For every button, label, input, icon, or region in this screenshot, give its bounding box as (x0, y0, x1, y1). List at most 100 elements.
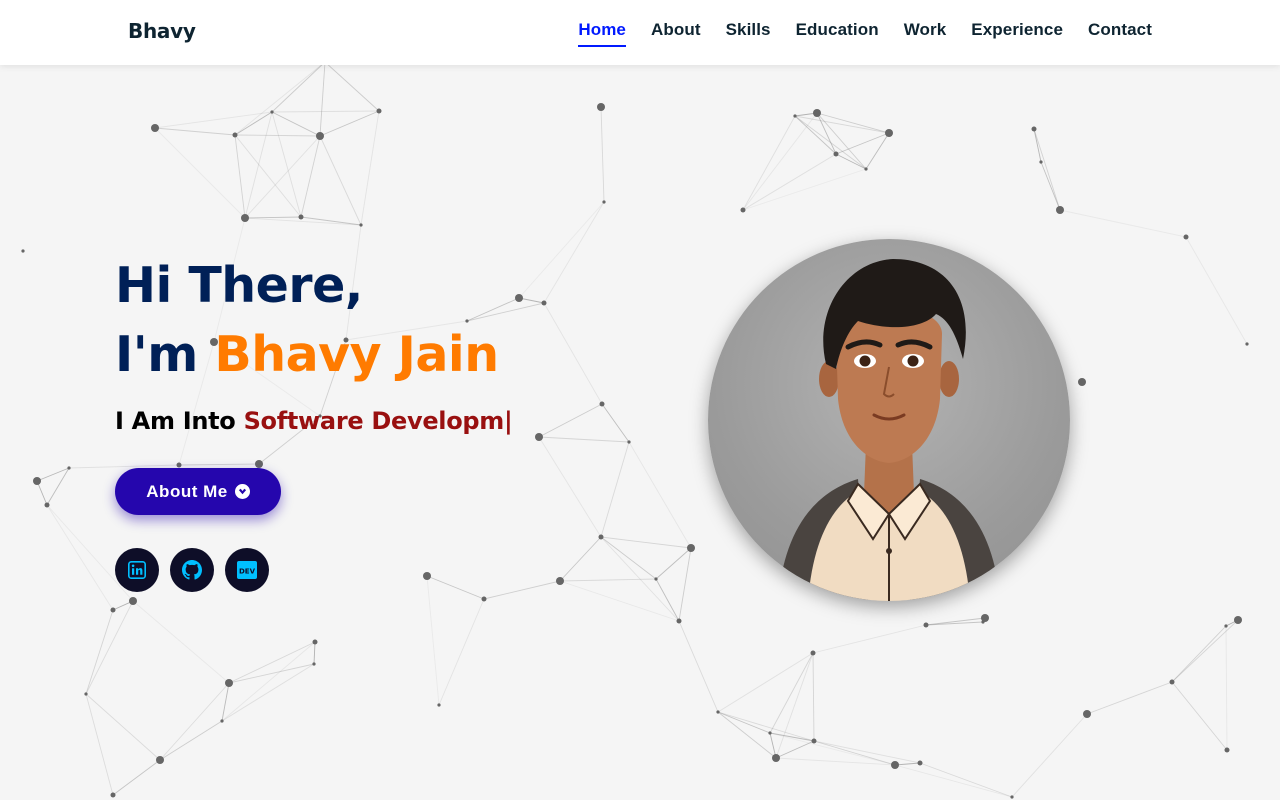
network-node (535, 433, 543, 441)
network-node (598, 534, 604, 540)
network-node (359, 223, 363, 227)
network-node (981, 614, 989, 622)
network-node (298, 214, 304, 220)
network-link (816, 112, 837, 155)
network-node (556, 577, 564, 585)
network-link (234, 61, 326, 136)
network-link (36, 467, 70, 482)
network-link (600, 536, 657, 580)
network-node (225, 679, 233, 687)
network-link (228, 641, 316, 684)
nav-item-experience[interactable]: Experience (971, 20, 1063, 47)
network-link (438, 598, 485, 706)
nav-item-about[interactable]: About (651, 20, 701, 47)
network-link (360, 110, 380, 226)
network-node (917, 760, 923, 766)
network-link (925, 621, 984, 626)
network-node (84, 692, 88, 696)
github-icon (182, 560, 202, 580)
network-link (538, 403, 603, 438)
network-link (221, 682, 230, 722)
network-node (923, 622, 929, 628)
hero-role-prefix: I Am Into (115, 407, 244, 435)
network-link (159, 720, 223, 761)
network-node (110, 792, 116, 798)
site-header: Bhavy Home About Skills Education Work E… (0, 0, 1280, 65)
network-link (132, 600, 230, 684)
nav-item-contact[interactable]: Contact (1088, 20, 1152, 47)
network-node (270, 110, 274, 114)
network-link (154, 111, 273, 129)
network-link (628, 441, 692, 549)
network-node (1010, 795, 1014, 799)
network-node (129, 597, 137, 605)
network-node (1039, 160, 1043, 164)
network-link (816, 112, 890, 134)
network-node (772, 754, 780, 762)
network-node (810, 650, 816, 656)
network-link (894, 764, 1013, 798)
nav-item-skills[interactable]: Skills (726, 20, 771, 47)
network-node (676, 618, 682, 624)
network-node (597, 103, 605, 111)
network-node (376, 108, 382, 114)
network-node (33, 477, 41, 485)
network-node (232, 132, 238, 138)
network-link (742, 168, 867, 211)
about-me-button[interactable]: About Me (115, 468, 281, 515)
network-link (324, 61, 380, 112)
main-nav: Home About Skills Education Work Experie… (578, 20, 1152, 47)
network-node (813, 109, 821, 117)
network-link (678, 547, 692, 622)
network-link (742, 115, 796, 211)
network-link (154, 127, 246, 219)
network-node (312, 639, 318, 645)
network-link (159, 682, 230, 761)
hero-name: Bhavy Jain (214, 326, 499, 383)
network-link (1171, 625, 1227, 683)
network-link (559, 580, 680, 622)
about-me-button-label: About Me (146, 481, 228, 501)
network-link (112, 759, 161, 796)
network-link (1171, 619, 1239, 683)
network-node (1078, 378, 1086, 386)
network-node (885, 129, 893, 137)
github-link[interactable] (170, 548, 214, 592)
network-link (775, 740, 815, 759)
network-link (742, 153, 837, 211)
network-link (769, 732, 896, 766)
network-link (300, 216, 362, 226)
network-node (21, 249, 25, 253)
network-link (271, 111, 321, 137)
hero-intro: I'm Bhavy Jain (115, 317, 512, 393)
network-link (271, 110, 380, 113)
network-link (234, 134, 321, 137)
network-link (717, 711, 815, 742)
dev-link[interactable]: DEV (225, 548, 269, 592)
network-link (426, 575, 440, 706)
hero-text: Hi There, I'm Bhavy Jain I Am Into Softw… (115, 255, 513, 435)
profile-avatar (708, 239, 1070, 601)
network-node (1224, 747, 1230, 753)
network-node (1031, 126, 1037, 132)
nav-item-work[interactable]: Work (904, 20, 947, 47)
network-node (1183, 234, 1189, 240)
network-link (1033, 128, 1042, 163)
network-link (543, 302, 603, 405)
hero-im-prefix: I'm (115, 326, 215, 383)
network-node (602, 200, 606, 204)
network-link (559, 536, 602, 582)
network-link (319, 110, 380, 137)
network-link (244, 111, 273, 219)
nav-item-home[interactable]: Home (578, 20, 626, 47)
network-link (271, 61, 326, 113)
site-logo[interactable]: Bhavy (128, 19, 196, 43)
network-link (600, 536, 692, 549)
linkedin-link[interactable] (115, 548, 159, 592)
nav-item-education[interactable]: Education (796, 20, 879, 47)
network-link (1086, 681, 1173, 715)
network-link (543, 201, 605, 304)
network-node (833, 151, 839, 157)
network-node (1056, 206, 1064, 214)
network-link (1171, 681, 1228, 751)
